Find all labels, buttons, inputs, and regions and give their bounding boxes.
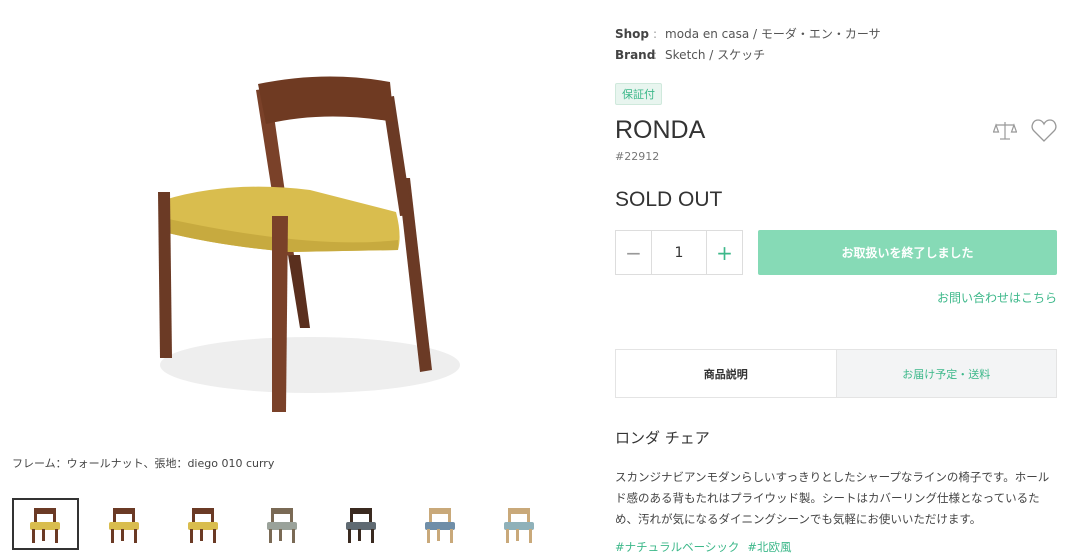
info-tabs: 商品説明 お届け予定・送料	[615, 349, 1057, 398]
thumbnail-chair-image	[30, 508, 60, 543]
thumbnail-chair-image	[504, 508, 534, 543]
description-title: ロンダ チェア	[615, 429, 710, 447]
thumbnail-chair-image	[267, 508, 297, 543]
shop-value[interactable]: moda en casa / モーダ・エン・カーサ	[665, 27, 881, 41]
tag-link[interactable]: #北欧風	[747, 539, 791, 555]
tab-description[interactable]: 商品説明	[616, 350, 836, 397]
increment-button[interactable]: +	[706, 231, 742, 274]
thumbnail[interactable]	[407, 498, 474, 550]
product-actions	[993, 119, 1057, 143]
add-to-cart-button[interactable]: お取扱いを終了しました	[758, 230, 1057, 275]
thumbnail-chair-image	[346, 508, 376, 543]
thumbnail[interactable]	[249, 498, 316, 550]
brand-row: Brand: Sketch / スケッチ	[615, 48, 766, 62]
thumbnail[interactable]	[12, 498, 79, 550]
thumbnail[interactable]	[91, 498, 158, 550]
decrement-button[interactable]: −	[616, 231, 652, 274]
compare-scale-icon[interactable]	[993, 120, 1017, 142]
brand-value[interactable]: Sketch / スケッチ	[665, 48, 765, 62]
thumbnail[interactable]	[170, 498, 237, 550]
tag-link[interactable]: #ナチュラルベーシック	[615, 539, 739, 555]
tag-list: #ナチュラルベーシック #北欧風	[615, 539, 792, 555]
thumbnail-strip	[12, 498, 553, 550]
sold-out-status: SOLD OUT	[615, 188, 723, 211]
quantity-value[interactable]: 1	[652, 231, 706, 274]
thumbnail-chair-image	[188, 508, 218, 543]
thumbnail-chair-image	[425, 508, 455, 543]
product-info: Shop: moda en casa / モーダ・エン・カーサ Brand: Ske…	[615, 0, 1057, 559]
thumbnail-chair-image	[109, 508, 139, 543]
product-title: RONDA	[615, 116, 706, 144]
warranty-badge: 保証付	[615, 83, 662, 105]
product-sku: #22912	[615, 150, 660, 163]
quantity-stepper: − 1 +	[615, 230, 743, 275]
contact-link[interactable]: お問い合わせはこちら	[937, 289, 1057, 306]
shop-row: Shop: moda en casa / モーダ・エン・カーサ	[615, 27, 881, 41]
thumbnail[interactable]	[486, 498, 553, 550]
tab-delivery[interactable]: お届け予定・送料	[835, 350, 1056, 397]
thumbnail[interactable]	[328, 498, 395, 550]
image-caption: フレーム：ウォールナット、張地：diego 010 curry	[12, 457, 275, 470]
description-body: スカンジナビアンモダンらしいすっきりとしたシャープなラインの椅子です。ホールド感…	[615, 470, 1050, 526]
product-gallery: フレーム：ウォールナット、張地：diego 010 curry	[0, 0, 580, 559]
heart-icon[interactable]	[1031, 119, 1057, 143]
brand-label: Brand	[615, 48, 656, 62]
main-product-image[interactable]	[80, 50, 500, 440]
shop-label: Shop	[615, 27, 650, 41]
chair-illustration	[158, 76, 460, 412]
